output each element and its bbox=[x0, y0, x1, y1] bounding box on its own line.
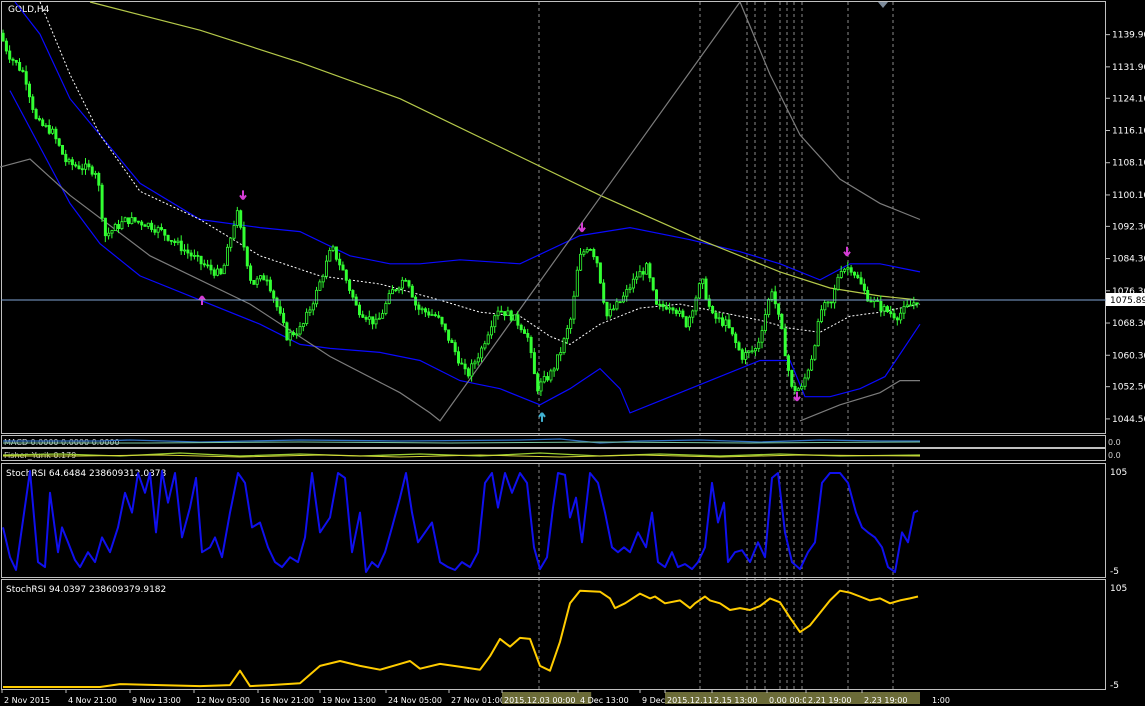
time-tick-label: 9 Dec bbox=[642, 696, 665, 705]
price-tick-label: 1108.10 bbox=[1112, 159, 1145, 169]
time-tick-label: 24 Nov 05:00 bbox=[388, 696, 442, 705]
stochrsi-1-tick-min: -5 bbox=[1110, 567, 1119, 577]
stochrsi-2-tick-max: 105 bbox=[1110, 584, 1127, 594]
candle bbox=[556, 354, 560, 371]
candle bbox=[225, 244, 229, 266]
candle bbox=[780, 313, 784, 330]
price-tick-label: 1060.30 bbox=[1112, 351, 1145, 361]
stochrsi-2-title: StochRSI 94.0397 238609379.9182 bbox=[6, 585, 166, 595]
candle bbox=[783, 323, 787, 357]
price-tick-label: 1131.90 bbox=[1112, 63, 1145, 73]
candle bbox=[166, 234, 170, 242]
stochrsi-2-tick-min: -5 bbox=[1110, 681, 1119, 691]
time-tick-label: 2.23 19:00 bbox=[864, 696, 907, 705]
candle bbox=[61, 144, 65, 155]
candle bbox=[598, 262, 602, 284]
candle bbox=[239, 209, 243, 230]
candle bbox=[100, 182, 104, 222]
time-tick-label: 9 Nov 13:00 bbox=[132, 696, 181, 705]
price-tick-label: 1052.50 bbox=[1112, 383, 1145, 393]
candle bbox=[711, 305, 715, 315]
time-tick-label: 0.00 00:00 bbox=[769, 696, 812, 705]
price-tick-label: 1084.30 bbox=[1112, 255, 1145, 265]
candle bbox=[767, 297, 771, 318]
candle bbox=[315, 286, 319, 308]
time-tick-label: 2.21 19:00 bbox=[808, 696, 851, 705]
candle bbox=[513, 314, 517, 321]
candle bbox=[790, 369, 794, 389]
candle bbox=[57, 137, 61, 147]
stochrsi-1-tick-max: 105 bbox=[1110, 468, 1127, 478]
time-tick-label: 1:00 bbox=[932, 696, 950, 705]
candle bbox=[509, 309, 513, 323]
candle bbox=[252, 279, 256, 285]
time-tick-label: 4 Nov 21:00 bbox=[68, 696, 117, 705]
price-tick-label: 1044.50 bbox=[1112, 415, 1145, 425]
candle bbox=[562, 337, 566, 355]
trading-chart[interactable]: GOLD,H4 1139.901131.901124.101116.101108… bbox=[0, 0, 1145, 706]
time-tick-label: 2.15 13:00 bbox=[714, 696, 757, 705]
candle bbox=[384, 301, 388, 316]
price-tick-label: 1092.30 bbox=[1112, 222, 1145, 232]
time-tick-label: 12 Nov 05:00 bbox=[196, 696, 250, 705]
candle bbox=[334, 246, 338, 262]
candle bbox=[285, 321, 289, 341]
price-tick-label: 1124.10 bbox=[1112, 94, 1145, 104]
price-tick-label: 1139.90 bbox=[1112, 31, 1145, 41]
time-tick-label: 16 Nov 21:00 bbox=[260, 696, 314, 705]
candle bbox=[704, 276, 708, 300]
candle bbox=[123, 216, 127, 223]
candle bbox=[655, 289, 659, 305]
price-tick-label: 1068.30 bbox=[1112, 319, 1145, 329]
fisher-scale: 0.0 bbox=[1108, 451, 1121, 460]
candle bbox=[886, 305, 890, 313]
candle bbox=[645, 262, 649, 275]
price-tick-label: 1100.10 bbox=[1112, 191, 1145, 201]
candle bbox=[410, 284, 414, 298]
candle bbox=[536, 371, 540, 395]
candle bbox=[813, 344, 817, 361]
candle bbox=[651, 277, 655, 292]
candle bbox=[602, 279, 606, 305]
current-price-label: 1075.89 bbox=[1110, 296, 1145, 306]
candle bbox=[245, 245, 249, 269]
candle bbox=[618, 301, 622, 304]
candle bbox=[219, 267, 223, 276]
candle bbox=[249, 263, 253, 284]
time-tick-label: 27 Nov 01:00 bbox=[451, 696, 505, 705]
candle bbox=[684, 315, 688, 328]
macd-scale: 0.0 bbox=[1108, 438, 1121, 447]
candle bbox=[575, 266, 579, 297]
candle bbox=[34, 107, 38, 120]
time-tick-label: 4 Dec 13:00 bbox=[580, 696, 629, 705]
time-tick-label: 2015.12.03 00:00 bbox=[504, 696, 575, 705]
candle bbox=[697, 282, 701, 299]
indicator-strips[interactable]: MACD 0.0000 0.0000 0.0000 0.0 Fisher_Yur… bbox=[1, 435, 1121, 461]
candle bbox=[816, 318, 820, 347]
candle bbox=[572, 290, 576, 324]
time-tick-label: 19 Nov 13:00 bbox=[322, 696, 376, 705]
time-tick-label: 2 Nov 2015 bbox=[4, 696, 50, 705]
price-tick-label: 1116.10 bbox=[1112, 126, 1145, 136]
